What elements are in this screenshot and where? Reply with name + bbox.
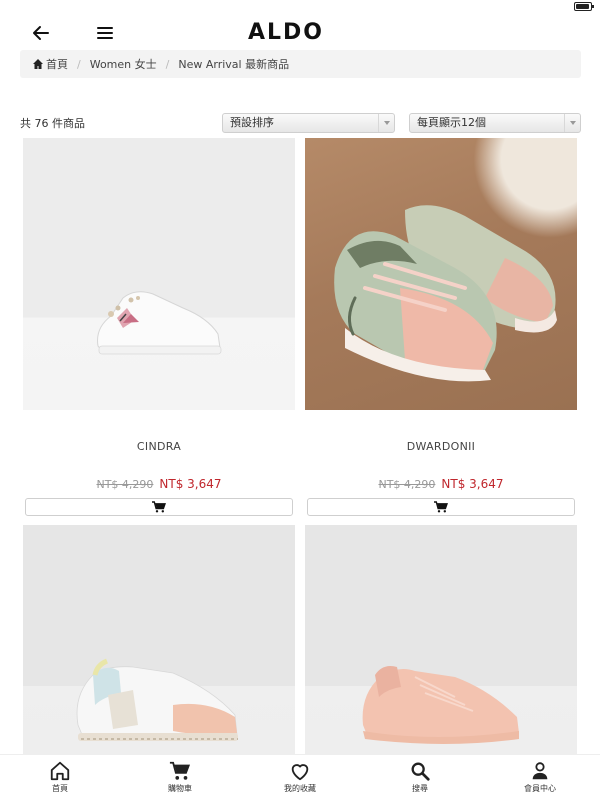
- add-to-cart-button[interactable]: [25, 498, 293, 516]
- product-name[interactable]: CINDRA: [23, 440, 295, 453]
- product-count: 共 76 件商品: [20, 117, 85, 130]
- product-card: DWARDONII NT$ 4,290 NT$ 3,647: [305, 138, 577, 518]
- product-image[interactable]: [23, 138, 295, 410]
- home-icon: [50, 761, 70, 781]
- chevron-down-icon: [564, 114, 580, 132]
- sort-select-value: 預設排序: [230, 116, 274, 129]
- nav-search-label: 搜尋: [412, 784, 428, 793]
- sale-price: NT$ 3,647: [159, 477, 222, 491]
- top-header: ALDO: [0, 14, 600, 50]
- heart-icon: [291, 764, 309, 781]
- sneaker-illustration: [97, 291, 222, 355]
- hamburger-icon: [97, 27, 113, 39]
- nav-home[interactable]: 首頁: [0, 755, 120, 800]
- search-icon: [411, 762, 430, 781]
- battery-icon: [574, 2, 594, 11]
- breadcrumb-new-arrival[interactable]: New Arrival 最新商品: [178, 56, 289, 72]
- sneaker-illustration: [362, 666, 519, 744]
- sort-select[interactable]: 預設排序: [222, 113, 395, 133]
- arrow-left-icon: [33, 26, 49, 40]
- nav-cart-label: 購物車: [168, 784, 192, 793]
- original-price: NT$ 4,290: [378, 478, 436, 491]
- nav-account[interactable]: 會員中心: [480, 755, 600, 800]
- bottom-nav: 首頁 購物車 我的收藏 搜尋 會員中心: [0, 754, 600, 800]
- menu-button[interactable]: [94, 22, 116, 44]
- nav-favorites[interactable]: 我的收藏: [240, 755, 360, 800]
- nav-account-label: 會員中心: [524, 784, 556, 793]
- product-name[interactable]: DWARDONII: [305, 440, 577, 453]
- product-image[interactable]: [305, 138, 577, 410]
- product-image[interactable]: [23, 525, 295, 755]
- per-page-select-value: 每頁顯示12個: [417, 116, 486, 129]
- cart-icon: [152, 501, 166, 513]
- nav-home-label: 首頁: [52, 784, 68, 793]
- product-price: NT$ 4,290 NT$ 3,647: [305, 477, 577, 491]
- product-image[interactable]: [305, 525, 577, 755]
- chevron-down-icon: [378, 114, 394, 132]
- sneaker-illustration: [334, 205, 557, 382]
- cart-icon: [434, 501, 448, 513]
- add-to-cart-button[interactable]: [307, 498, 575, 516]
- home-icon: [33, 59, 43, 69]
- breadcrumb-home-label: 首頁: [46, 58, 68, 71]
- product-card: [23, 525, 295, 755]
- original-price: NT$ 4,290: [96, 478, 154, 491]
- nav-search[interactable]: 搜尋: [360, 755, 480, 800]
- breadcrumb: 首頁 / Women 女士 / New Arrival 最新商品: [20, 50, 581, 78]
- nav-favorites-label: 我的收藏: [284, 784, 316, 793]
- breadcrumb-separator: /: [165, 57, 170, 71]
- user-icon: [532, 762, 548, 780]
- breadcrumb-home[interactable]: 首頁: [32, 56, 68, 72]
- product-card: CINDRA NT$ 4,290 NT$ 3,647: [23, 138, 295, 518]
- product-price: NT$ 4,290 NT$ 3,647: [23, 477, 295, 491]
- cart-icon: [169, 761, 191, 780]
- breadcrumb-women[interactable]: Women 女士: [90, 56, 157, 72]
- nav-cart[interactable]: 購物車: [120, 755, 240, 800]
- back-button[interactable]: [30, 22, 52, 44]
- breadcrumb-separator: /: [77, 57, 81, 71]
- sneaker-illustration: [76, 658, 238, 741]
- brand-logo[interactable]: ALDO: [248, 20, 324, 45]
- product-card: [305, 525, 577, 755]
- sale-price: NT$ 3,647: [441, 477, 504, 491]
- per-page-select[interactable]: 每頁顯示12個: [409, 113, 581, 133]
